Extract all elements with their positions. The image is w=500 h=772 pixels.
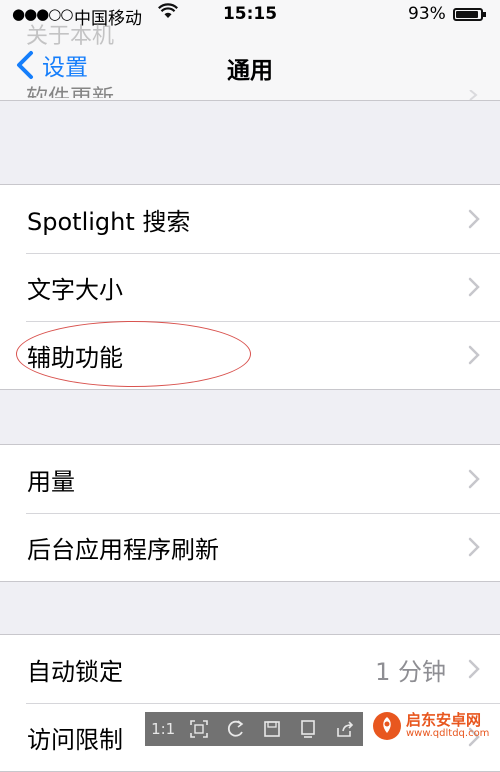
settings-group-3: 自动锁定 1 分钟 访问限制	[0, 634, 500, 772]
battery-percent: 93%	[408, 4, 446, 24]
row-background-app-refresh[interactable]: 后台应用程序刷新	[0, 513, 500, 581]
row-auto-lock[interactable]: 自动锁定 1 分钟	[0, 635, 500, 703]
battery-icon	[453, 8, 486, 21]
row-label: 后台应用程序刷新	[27, 535, 219, 564]
chevron-right-icon	[469, 90, 478, 100]
actual-size-button[interactable]: 1:1	[150, 717, 176, 741]
row-spotlight-search[interactable]: Spotlight 搜索	[0, 185, 500, 253]
fit-screen-button[interactable]	[186, 717, 212, 741]
save-icon	[264, 721, 280, 737]
watermark-name: 启东安卓网	[406, 710, 482, 729]
row-label: Spotlight 搜索	[27, 207, 191, 236]
row-label: 文字大小	[27, 275, 123, 304]
rotate-icon	[227, 720, 244, 737]
chevron-right-icon	[468, 469, 480, 489]
row-text-size[interactable]: 文字大小	[0, 253, 500, 321]
settings-group-1: Spotlight 搜索 文字大小 辅助功能	[0, 184, 500, 390]
scrolled-row-label-software-update: 软件更新	[26, 82, 114, 98]
row-label: 访问限制	[27, 725, 123, 754]
row-label: 自动锁定	[27, 657, 123, 686]
chevron-right-icon	[468, 277, 480, 297]
settings-group-2: 用量 后台应用程序刷新	[0, 444, 500, 582]
chevron-right-icon	[468, 659, 480, 679]
row-label: 用量	[27, 467, 75, 496]
chevron-right-icon	[468, 537, 480, 557]
gallery-button[interactable]	[295, 717, 321, 741]
row-label: 辅助功能	[27, 343, 123, 372]
gallery-icon	[301, 720, 316, 738]
share-button[interactable]	[332, 717, 358, 741]
watermark-url: www.qdltdq.com	[406, 727, 490, 739]
fit-screen-icon	[190, 720, 209, 738]
row-accessibility[interactable]: 辅助功能	[0, 321, 500, 389]
watermark-logo-icon	[373, 712, 401, 740]
save-button[interactable]	[259, 717, 285, 741]
share-icon	[336, 721, 353, 737]
chevron-right-icon	[468, 209, 480, 229]
site-watermark: 启东安卓网 www.qdltdq.com	[372, 706, 500, 746]
image-viewer-toolbar: 1:1	[145, 712, 363, 746]
navigation-bar: 关于本机 设置 通用 软件更新	[0, 24, 500, 101]
rotate-button[interactable]	[223, 717, 249, 741]
row-value: 1 分钟	[375, 657, 446, 686]
scrolled-row-label-about: 关于本机	[26, 24, 115, 49]
page-title: 通用	[227, 58, 273, 84]
row-usage[interactable]: 用量	[0, 445, 500, 513]
chevron-right-icon	[468, 345, 480, 365]
